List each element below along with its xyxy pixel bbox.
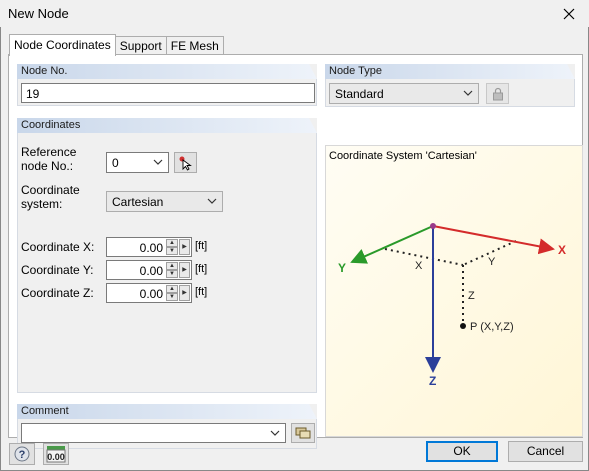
units-icon-text: 0.00	[47, 452, 65, 462]
spin-down-icon[interactable]: ▼	[166, 270, 178, 278]
tab-support[interactable]: Support	[114, 36, 167, 55]
x-axis-line	[432, 225, 555, 255]
coordinate-x-label: Coordinate X:	[21, 240, 95, 254]
spin-right-icon[interactable]: ▶	[179, 239, 190, 255]
axis-diagram: X Y Z X Y Z P (X,Y,Z)	[338, 223, 566, 388]
help-icon: ?	[14, 446, 30, 462]
svg-text:?: ?	[19, 449, 26, 461]
coordinate-y-label: Coordinate Y:	[21, 263, 94, 277]
title-bar: New Node	[0, 0, 589, 27]
coordinate-y-unit: [ft]	[195, 263, 208, 275]
axis-x-label: X	[558, 243, 566, 257]
coordinate-z-input[interactable]: 0.00 ▲ ▼ ▶	[106, 283, 192, 303]
coordinate-system-select[interactable]: Cartesian	[106, 191, 223, 212]
tab-fe-mesh[interactable]: FE Mesh	[165, 36, 224, 55]
node-type-header: Node Type	[325, 64, 575, 79]
axis-z-label: Z	[429, 374, 436, 388]
node-type-group: Node Type Standard	[325, 64, 575, 107]
comment-header: Comment	[17, 404, 317, 419]
coordinate-x-unit: [ft]	[195, 240, 208, 252]
lock-button[interactable]	[486, 83, 509, 104]
node-type-value: Standard	[335, 87, 384, 101]
dim-z-label: Z	[468, 290, 475, 302]
pick-cursor-icon	[179, 156, 192, 171]
spin-up-icon[interactable]: ▲	[166, 239, 178, 247]
coordinates-header: Coordinates	[17, 118, 317, 133]
close-icon	[563, 8, 575, 19]
dim-line-x	[384, 248, 464, 266]
spin-right-icon[interactable]: ▶	[179, 262, 190, 278]
node-type-select[interactable]: Standard	[329, 83, 479, 104]
comment-library-icon	[295, 427, 311, 439]
coordinates-group: Coordinates Reference node No.: 0 Coordi…	[17, 118, 317, 393]
chevron-down-icon	[463, 90, 473, 96]
help-button[interactable]: ?	[9, 443, 35, 465]
lock-icon	[492, 87, 503, 100]
coordinate-system-preview: Coordinate System 'Cartesian' X Y Z X Y …	[325, 145, 583, 437]
coordinate-z-label: Coordinate Z:	[21, 286, 94, 300]
coordinate-z-unit: [ft]	[195, 286, 208, 298]
dim-y-label: Y	[488, 256, 496, 268]
node-no-header: Node No.	[17, 64, 317, 79]
pick-node-button[interactable]	[174, 152, 197, 173]
window-title: New Node	[8, 6, 69, 21]
units-button[interactable]: 0.00	[43, 443, 69, 465]
ok-button[interactable]: OK	[426, 441, 498, 462]
reference-node-value: 0	[112, 156, 119, 170]
spin-up-icon[interactable]: ▲	[166, 285, 178, 293]
tab-panel: Node No. 19 Node Type Standard Coordinat…	[8, 54, 583, 449]
node-no-input[interactable]: 19	[21, 83, 315, 103]
point-p	[460, 323, 466, 329]
spin-up-icon[interactable]: ▲	[166, 262, 178, 270]
spin-down-icon[interactable]: ▼	[166, 293, 178, 301]
reference-node-label: Reference node No.:	[21, 145, 77, 173]
comment-library-button[interactable]	[291, 423, 315, 443]
coordinate-system-label: Coordinate system:	[21, 183, 80, 211]
chevron-down-icon	[270, 430, 280, 436]
tab-strip: Node Coordinates Support FE Mesh	[9, 34, 224, 56]
coordinate-y-value: 0.00	[139, 264, 163, 278]
node-no-group: Node No. 19	[17, 64, 317, 106]
dim-x-label: X	[415, 260, 423, 272]
coordinate-x-value: 0.00	[139, 241, 163, 255]
dialog-body: Node Coordinates Support FE Mesh Node No…	[0, 27, 589, 471]
axis-y-label: Y	[338, 261, 346, 275]
comment-select[interactable]	[21, 423, 286, 443]
chevron-down-icon	[207, 198, 217, 204]
coordinate-system-value: Cartesian	[112, 195, 164, 209]
spin-down-icon[interactable]: ▼	[166, 247, 178, 255]
coordinate-x-input[interactable]: 0.00 ▲ ▼ ▶	[106, 237, 192, 257]
close-button[interactable]	[549, 0, 589, 27]
chevron-down-icon	[153, 159, 163, 165]
reference-node-select[interactable]: 0	[106, 152, 169, 173]
cancel-button[interactable]: Cancel	[508, 441, 583, 462]
coordinate-y-input[interactable]: 0.00 ▲ ▼ ▶	[106, 260, 192, 280]
tab-node-coordinates[interactable]: Node Coordinates	[9, 34, 116, 56]
spin-right-icon[interactable]: ▶	[179, 285, 190, 301]
units-icon: 0.00	[46, 446, 66, 463]
coordinate-z-value: 0.00	[139, 287, 163, 301]
origin-point	[430, 223, 436, 229]
point-p-label: P (X,Y,Z)	[470, 321, 514, 333]
